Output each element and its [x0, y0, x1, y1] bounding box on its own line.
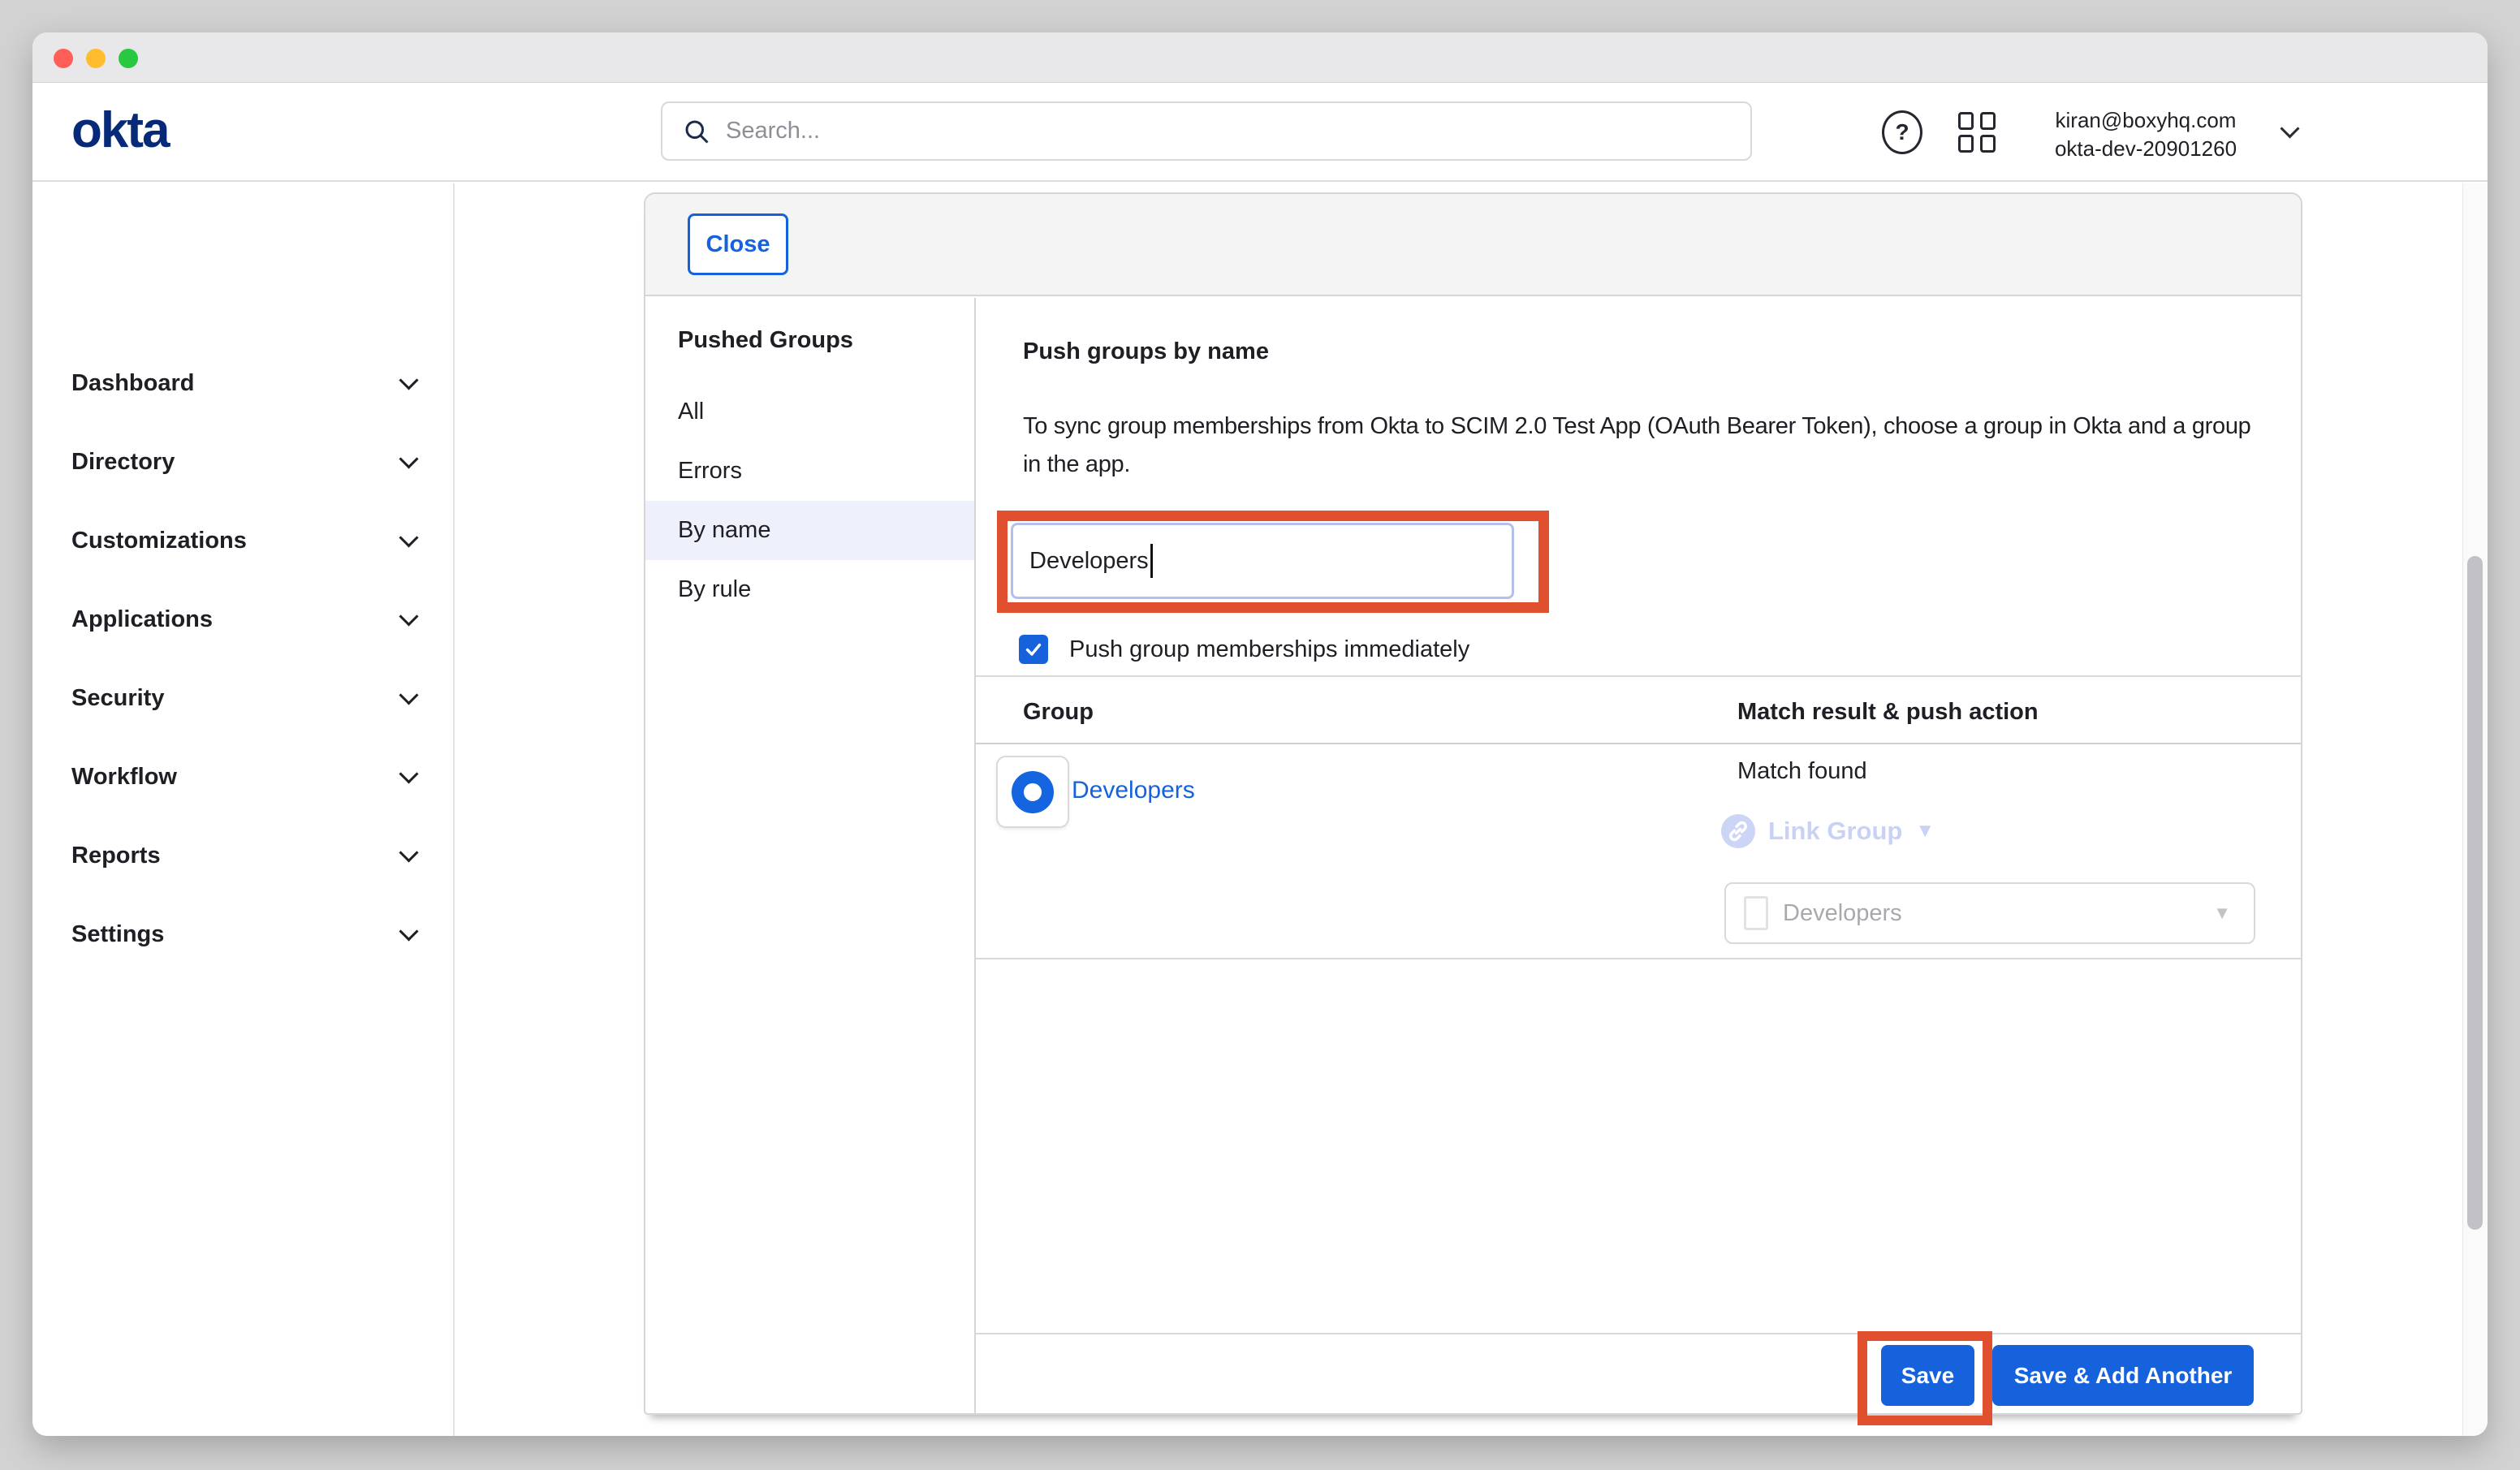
- okta-group-icon: [1012, 771, 1054, 813]
- push-groups-panel: Close Pushed Groups All Errors By name B…: [644, 192, 2302, 1415]
- chevron-down-icon: [399, 764, 418, 783]
- nav-item-all[interactable]: All: [645, 382, 974, 442]
- panel-toolbar: Close: [645, 194, 2301, 296]
- group-name-value: Developers: [1029, 548, 1149, 575]
- sidebar-item-applications[interactable]: Applications: [32, 580, 453, 659]
- app-group-icon: [1744, 896, 1768, 930]
- app-group-dropdown[interactable]: Developers ▼: [1724, 882, 2255, 944]
- okta-logo: okta: [71, 83, 168, 182]
- sidebar-item-customizations[interactable]: Customizations: [32, 502, 453, 580]
- zoom-window-button[interactable]: [119, 49, 138, 68]
- app-group-value: Developers: [1783, 900, 2213, 927]
- search-icon: [682, 117, 711, 146]
- link-group-button[interactable]: Link Group ▼: [1721, 812, 1935, 851]
- user-email: kiran@boxyhq.com: [2028, 106, 2263, 135]
- account-menu[interactable]: kiran@boxyhq.com okta-dev-20901260: [2028, 106, 2263, 163]
- nav-item-errors[interactable]: Errors: [645, 442, 974, 501]
- title-bar: [32, 32, 2488, 83]
- dropdown-caret-icon: ▼: [2213, 903, 2231, 924]
- push-groups-form: Push groups by name To sync group member…: [976, 298, 2301, 1415]
- apps-grid-icon[interactable]: [1958, 112, 1997, 151]
- column-header-match-result: Match result & push action: [1737, 699, 2039, 726]
- chevron-down-icon: [399, 370, 418, 390]
- app-header: okta Search... ? kiran@boxyhq.com okta-d…: [32, 83, 2488, 182]
- group-name-input[interactable]: Developers: [1011, 523, 1514, 599]
- link-group-caret-icon: ▼: [1915, 820, 1935, 843]
- group-avatar: [996, 756, 1069, 828]
- nav-item-by-name[interactable]: By name: [645, 501, 974, 560]
- pushed-groups-nav: Pushed Groups All Errors By name By rule: [645, 298, 976, 1415]
- sidebar: Dashboard Directory Customizations Appli…: [32, 183, 455, 1436]
- form-description: To sync group memberships from Okta to S…: [1023, 407, 2273, 484]
- sidebar-item-directory[interactable]: Directory: [32, 423, 453, 502]
- link-icon: [1721, 814, 1755, 848]
- account-chevron-down-icon[interactable]: [2280, 119, 2299, 138]
- checkbox-check-icon: [1024, 640, 1043, 659]
- sidebar-item-security[interactable]: Security: [32, 659, 453, 738]
- match-status: Match found: [1737, 758, 1867, 785]
- save-button[interactable]: Save: [1881, 1345, 1974, 1406]
- chevron-down-icon: [399, 449, 418, 468]
- footer-top-border: [976, 1333, 2301, 1334]
- push-immediately-checkbox[interactable]: [1019, 635, 1048, 664]
- column-header-group: Group: [1023, 699, 1094, 726]
- chevron-down-icon: [399, 843, 418, 862]
- table-header-top-border: [976, 675, 2301, 677]
- help-icon[interactable]: ?: [1882, 110, 1922, 154]
- sidebar-item-workflow[interactable]: Workflow: [32, 738, 453, 817]
- link-group-label: Link Group: [1768, 817, 1902, 846]
- chevron-down-icon: [399, 528, 418, 547]
- group-link[interactable]: Developers: [1072, 777, 1195, 804]
- chevron-down-icon: [399, 606, 418, 626]
- global-search-input[interactable]: Search...: [661, 101, 1752, 161]
- close-button[interactable]: Close: [688, 213, 788, 275]
- push-immediately-label: Push group memberships immediately: [1069, 636, 1469, 664]
- scrollbar-thumb[interactable]: [2467, 556, 2483, 1230]
- table-header-bottom-border: [976, 743, 2301, 744]
- org-name: okta-dev-20901260: [2028, 135, 2263, 163]
- minimize-window-button[interactable]: [86, 49, 106, 68]
- sidebar-item-settings[interactable]: Settings: [32, 895, 453, 974]
- chevron-down-icon: [399, 685, 418, 705]
- search-placeholder: Search...: [726, 118, 820, 144]
- save-and-add-another-button[interactable]: Save & Add Another: [1992, 1345, 2254, 1406]
- text-cursor: [1150, 544, 1153, 578]
- pushed-groups-title: Pushed Groups: [678, 311, 853, 370]
- sidebar-item-dashboard[interactable]: Dashboard: [32, 344, 453, 423]
- nav-item-by-rule[interactable]: By rule: [645, 560, 974, 619]
- close-window-button[interactable]: [54, 49, 73, 68]
- table-row-bottom-border: [976, 958, 2301, 959]
- sidebar-item-reports[interactable]: Reports: [32, 817, 453, 895]
- browser-window: okta Search... ? kiran@boxyhq.com okta-d…: [32, 32, 2488, 1436]
- form-title: Push groups by name: [1023, 338, 1269, 365]
- chevron-down-icon: [399, 921, 418, 941]
